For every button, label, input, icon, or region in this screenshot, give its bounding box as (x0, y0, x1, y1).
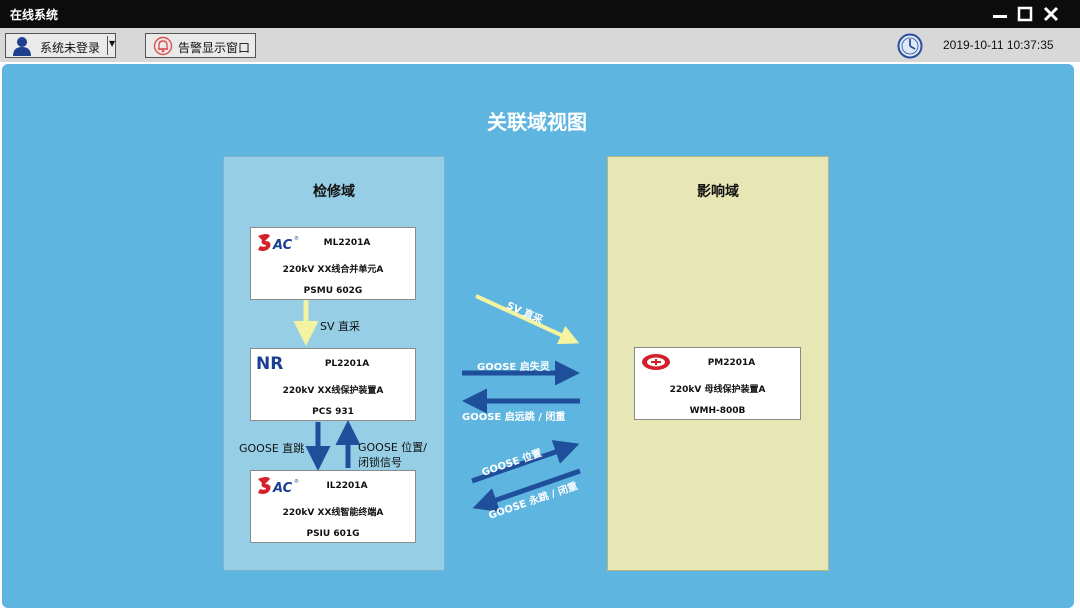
alarm-window-label: 告警显示窗口 (178, 41, 251, 55)
dropdown-divider (107, 36, 108, 55)
maintenance-domain-title: 检修域 (313, 184, 355, 200)
device-name: PM2201A (707, 358, 756, 368)
user-icon (13, 37, 31, 56)
view-title: 关联域视图 (487, 110, 587, 134)
device-model: PCS 931 (312, 407, 354, 417)
influence-domain-title: 影响域 (697, 184, 739, 200)
device-name: IL2201A (326, 481, 368, 491)
device-card-ml2201a[interactable]: AC ® ML2201A 220kV XX线合并单元A PSMU 602G (250, 227, 416, 300)
app-title: 在线系统 (10, 8, 59, 22)
goose-trip-label: GOOSE 直跳 (239, 442, 305, 455)
close-button[interactable] (1043, 6, 1059, 22)
minimize-button[interactable] (992, 6, 1008, 22)
login-label: 系统未登录 (40, 41, 101, 55)
goose-permanent-trip-label: GOOSE 永跳 / 闭重 (487, 480, 580, 522)
device-model: PSMU 602G (303, 286, 363, 296)
link-arrows (293, 294, 581, 512)
device-description: 220kV XX线合并单元A (282, 265, 384, 275)
domain-view-canvas: 关联域视图 检修域 影响域 AC ® ML2201A 220kV XX线合并单元… (2, 64, 1074, 608)
goose-position-label-cross: GOOSE 位置 (480, 447, 544, 479)
device-model: PSIU 601G (306, 529, 360, 539)
goose-position-label-line1: GOOSE 位置/ (358, 441, 427, 454)
device-description: 220kV 母线保护装置A (669, 385, 766, 395)
alarm-window-button[interactable]: 告警显示窗口 (145, 33, 256, 58)
chevron-down-icon[interactable]: ▼ (109, 39, 115, 48)
clock-icon (897, 33, 923, 59)
login-dropdown[interactable]: 系统未登录 ▼ (5, 33, 116, 58)
device-name: PL2201A (324, 359, 370, 369)
device-description: 220kV XX线保护装置A (282, 386, 384, 396)
sv-direct-label-cross: SV 直采 (504, 300, 545, 327)
maximize-button[interactable] (1017, 6, 1033, 22)
goose-start-failure-label: GOOSE 启失灵 (477, 362, 550, 373)
alarm-bell-icon (153, 36, 173, 56)
device-description: 220kV XX线智能终端A (282, 508, 384, 518)
device-model: WMH-800B (689, 406, 746, 416)
toolbar: 系统未登录 ▼ 告警显示窗口 2019-10-11 10:37:35 (0, 28, 1080, 62)
goose-position-label-line2: 闭锁信号 (358, 456, 402, 469)
main-area: 关联域视图 检修域 影响域 AC ® ML2201A 220kV XX线合并单元… (0, 62, 1080, 614)
device-card-pm2201a[interactable]: PM2201A 220kV 母线保护装置A WMH-800B (634, 347, 801, 420)
current-datetime: 2019-10-11 10:37:35 (943, 38, 1054, 52)
goose-remote-trip-label: GOOSE 启远跳 / 闭重 (462, 412, 566, 423)
sv-direct-label-internal: SV 直采 (320, 320, 361, 333)
device-card-pl2201a[interactable]: NR PL2201A 220kV XX线保护装置A PCS 931 (250, 348, 416, 421)
device-card-il2201a[interactable]: AC ® IL2201A 220kV XX线智能终端A PSIU 601G (250, 470, 416, 543)
device-name: ML2201A (323, 238, 371, 248)
title-bar: 在线系统 (0, 0, 1080, 28)
